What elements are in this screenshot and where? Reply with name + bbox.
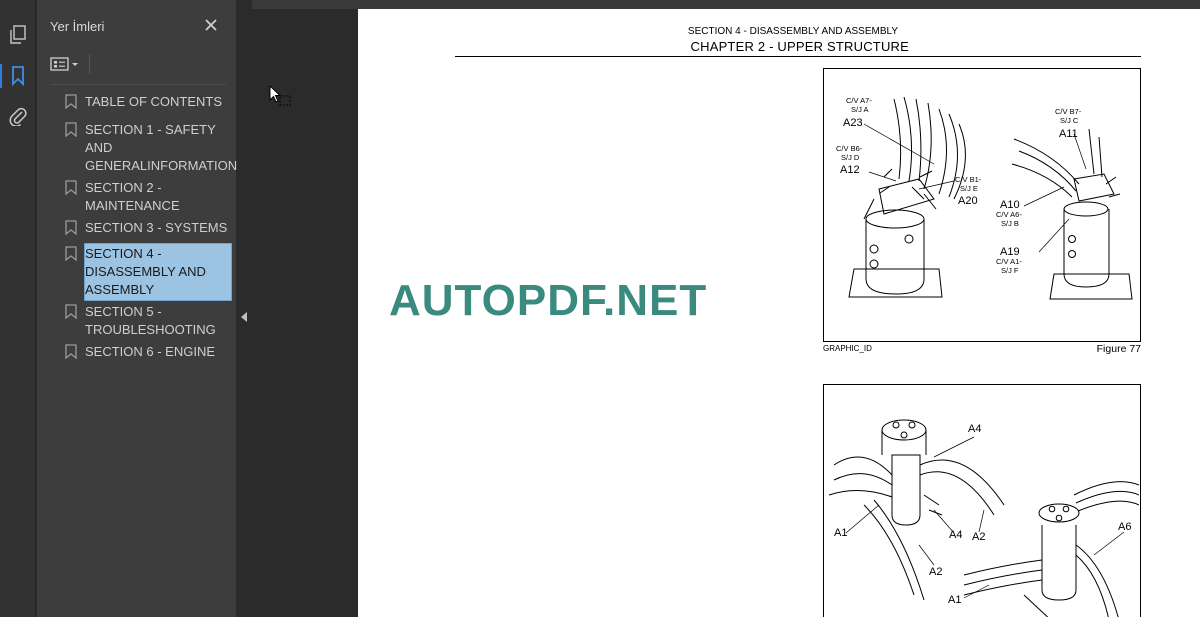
bookmark-ribbon-icon xyxy=(65,344,77,359)
fig77-a19-desc2: S/J F xyxy=(1001,266,1019,275)
bookmark-item-section-6[interactable]: SECTION 6 - ENGINE xyxy=(50,342,233,362)
figure-77-graphic-id: GRAPHIC_ID xyxy=(823,344,872,353)
fig77-a11-desc1: C/V B7- xyxy=(1055,107,1082,116)
hydraulic-valve-illustration: C/V A7- S/J A C/V B6- S/J D C/V B1- S/J … xyxy=(836,96,1133,300)
fig78-a4-mid-label: A4 xyxy=(949,529,962,541)
fig77-a23-desc2: S/J A xyxy=(851,105,869,114)
panel-title: Yer İmleri xyxy=(50,19,105,34)
fig78-a2-mid-label: A2 xyxy=(972,531,985,543)
fig78-a6-label: A6 xyxy=(1118,521,1131,533)
bookmark-label: SECTION 1 - SAFETY AND GENERALINFORMATIO… xyxy=(85,122,238,173)
bookmark-label: SECTION 6 - ENGINE xyxy=(85,344,216,359)
bookmark-icon[interactable] xyxy=(0,62,32,90)
fig77-a10-desc1: C/V A6- xyxy=(996,210,1022,219)
chevron-down-icon xyxy=(72,63,78,66)
collapse-panel-arrow-icon[interactable] xyxy=(241,312,247,322)
bookmark-item-toc[interactable]: TABLE OF CONTENTS xyxy=(50,92,233,112)
fig77-a23-desc1: C/V A7- xyxy=(846,96,872,105)
fig77-a19-desc1: C/V A1- xyxy=(996,257,1022,266)
fig77-a23-label: A23 xyxy=(843,117,863,129)
bookmark-label: SECTION 3 - SYSTEMS xyxy=(85,220,228,235)
toolbar-divider xyxy=(89,54,90,74)
close-icon[interactable] xyxy=(203,17,219,33)
mouse-cursor-icon xyxy=(269,85,291,106)
bookmark-label: TABLE OF CONTENTS xyxy=(85,94,222,109)
section-header: SECTION 4 - DISASSEMBLY AND ASSEMBLY xyxy=(687,26,898,37)
fig77-a12-desc2: S/J D xyxy=(841,153,860,162)
figure-78-frame: A4 A1 A4 A2 A2 A6 A1 xyxy=(823,384,1141,617)
pdf-reader-window: Yer İmleri TABLE OF CONTENTS SECTION 1 -… xyxy=(0,0,1200,617)
bookmark-label: SECTION 2 - MAINTENANCE xyxy=(85,180,180,213)
bookmark-ribbon-icon xyxy=(65,304,77,319)
list-options-icon xyxy=(50,57,69,71)
watermark-text: AUTOPDF.NET xyxy=(389,276,708,325)
bookmark-list: TABLE OF CONTENTS SECTION 1 - SAFETY AND… xyxy=(50,92,238,364)
fig77-a12-label: A12 xyxy=(840,164,860,176)
fig78-a1-left-label: A1 xyxy=(834,527,847,539)
document-viewport[interactable]: SECTION 4 - DISASSEMBLY AND ASSEMBLY CHA… xyxy=(252,0,1200,617)
bookmark-ribbon-icon xyxy=(65,220,77,235)
fig77-a11-label: A11 xyxy=(1059,128,1078,140)
swivel-joint-illustration: A4 A1 A4 A2 A2 A6 A1 xyxy=(828,419,1140,617)
bookmarks-panel: Yer İmleri TABLE OF CONTENTS SECTION 1 -… xyxy=(37,0,238,617)
bookmark-item-section-5[interactable]: SECTION 5 - TROUBLESHOOTING xyxy=(50,302,233,340)
fig77-a20-label: A20 xyxy=(958,195,978,207)
header-rule xyxy=(455,56,1141,57)
side-icon-rail xyxy=(0,0,36,617)
bookmark-item-section-1[interactable]: SECTION 1 - SAFETY AND GENERALINFORMATIO… xyxy=(50,120,238,176)
bookmark-ribbon-icon xyxy=(65,122,77,137)
fig78-a2-bottom-label: A2 xyxy=(929,566,942,578)
pages-icon[interactable] xyxy=(4,21,32,49)
fig78-a1-bottom-label: A1 xyxy=(948,594,961,606)
bookmark-ribbon-icon xyxy=(65,94,77,109)
fig78-a4-top-label: A4 xyxy=(968,423,981,435)
pdf-page: SECTION 4 - DISASSEMBLY AND ASSEMBLY CHA… xyxy=(358,9,1200,617)
fig77-a10-label: A10 xyxy=(1000,199,1020,211)
bookmark-ribbon-icon xyxy=(65,180,77,195)
bookmark-ribbon-icon xyxy=(65,246,77,261)
bookmark-label: SECTION 5 - TROUBLESHOOTING xyxy=(85,304,216,337)
bookmark-options-button[interactable] xyxy=(50,53,90,75)
fig77-a11-desc2: S/J C xyxy=(1060,116,1079,125)
fig77-a19-label: A19 xyxy=(1000,246,1020,258)
figure-77-frame: C/V A7- S/J A C/V B6- S/J D C/V B1- S/J … xyxy=(823,68,1141,342)
chapter-header: CHAPTER 2 - UPPER STRUCTURE xyxy=(690,39,909,54)
bookmark-label: SECTION 4 - DISASSEMBLY AND ASSEMBLY xyxy=(84,243,232,301)
bookmark-item-section-2[interactable]: SECTION 2 - MAINTENANCE xyxy=(50,178,233,216)
panel-divider xyxy=(50,84,226,85)
bookmark-item-section-4[interactable]: SECTION 4 - DISASSEMBLY AND ASSEMBLY xyxy=(50,243,233,301)
fig77-a12-desc1: C/V B6- xyxy=(836,144,863,153)
fig77-a10-desc2: S/J B xyxy=(1001,219,1019,228)
fig77-a20-desc1: C/V B1- xyxy=(955,175,982,184)
previous-page-edge xyxy=(252,0,1200,9)
fig77-a20-desc2: S/J E xyxy=(960,184,978,193)
attachment-icon[interactable] xyxy=(4,102,32,130)
figure-77-caption: Figure 77 xyxy=(1096,343,1141,355)
bookmark-item-section-3[interactable]: SECTION 3 - SYSTEMS xyxy=(50,218,233,238)
